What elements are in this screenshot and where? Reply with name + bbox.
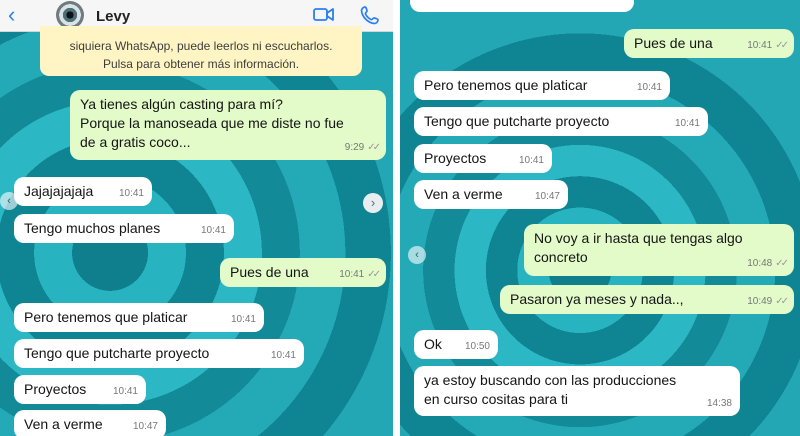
- message-meta: 10:48 ✓✓: [747, 254, 789, 273]
- message-time: 10:41: [747, 40, 773, 51]
- message-time: 10:41: [230, 314, 256, 325]
- message-bubble-incoming[interactable]: ya estoy buscando con las producciones e…: [414, 366, 740, 416]
- message-bubble-incoming[interactable]: Ven a verme 10:47: [414, 180, 568, 209]
- read-ticks-icon: ✓✓: [775, 258, 789, 269]
- message-bubble-outgoing[interactable]: Pues de una 10:41 ✓✓: [220, 258, 386, 287]
- message-bubble-incoming[interactable]: Tengo que putcharte proyecto 10:41: [414, 107, 708, 136]
- read-ticks-icon: ✓✓: [367, 142, 381, 153]
- message-time: 10:41: [200, 225, 226, 236]
- message-bubble-outgoing[interactable]: No voy a ir hasta que tengas algo concre…: [524, 224, 794, 276]
- message-text: Pero tenemos que platicar: [24, 309, 188, 325]
- chat-screenshot-left: ‹ Levy siquiera WhatsApp, puede leerlos …: [0, 0, 393, 436]
- message-bubble-outgoing[interactable]: Pasaron ya meses y nada.., 10:49 ✓✓: [500, 285, 794, 314]
- chevron-left-icon[interactable]: ‹: [8, 2, 15, 28]
- message-bubble-outgoing[interactable]: Ya tienes algún casting para mí? Porque …: [70, 90, 386, 160]
- message-bubble-incoming[interactable]: Ok 10:50: [414, 330, 498, 359]
- message-text: Pero tenemos que platicar: [424, 77, 588, 93]
- message-time: 10:41: [636, 82, 662, 93]
- message-time: 10:41: [518, 155, 544, 166]
- message-time: 10:49: [747, 296, 773, 307]
- read-ticks-icon: ✓✓: [367, 269, 381, 280]
- message-bubble-incoming[interactable]: Proyectos 10:41: [414, 144, 552, 173]
- message-time: 10:50: [464, 341, 490, 352]
- message-time: 9:29: [344, 142, 365, 153]
- chevron-left-icon[interactable]: ‹: [0, 192, 18, 210]
- message-time: 10:47: [132, 421, 158, 432]
- message-time: 10:47: [534, 191, 560, 202]
- phone-icon[interactable]: [360, 5, 380, 25]
- message-time: 14:38: [706, 398, 732, 409]
- message-bubble-incoming[interactable]: Jajajajajaja 10:41: [14, 177, 152, 206]
- message-time: 10:48: [747, 258, 773, 269]
- chevron-right-icon[interactable]: ›: [363, 193, 383, 213]
- contact-name[interactable]: Levy: [96, 8, 130, 25]
- message-meta: 10:41 ✓✓: [747, 36, 789, 55]
- message-text: Tengo que putcharte proyecto: [24, 345, 210, 361]
- message-bubble-incoming[interactable]: Pero tenemos que platicar 10:41: [14, 303, 264, 332]
- message-meta: 10:49 ✓✓: [747, 292, 789, 311]
- message-text: Tengo muchos planes: [24, 220, 161, 236]
- message-bubble-incoming[interactable]: Tengo que putcharte proyecto 10:41: [14, 339, 304, 368]
- message-text: Tengo que putcharte proyecto: [424, 113, 610, 129]
- message-text: ya estoy buscando con las producciones e…: [424, 372, 677, 407]
- message-meta: 9:29 ✓✓: [344, 138, 381, 157]
- message-text: Ya tienes algún casting para mí? Porque …: [80, 96, 344, 150]
- message-meta: 10:41 ✓✓: [339, 265, 381, 284]
- read-ticks-icon: ✓✓: [775, 40, 789, 51]
- panel-divider: [393, 0, 400, 436]
- message-time: 10:41: [270, 350, 296, 361]
- message-text: Pasaron ya meses y nada..,: [510, 291, 684, 307]
- message-time: 10:41: [118, 188, 144, 199]
- video-camera-icon[interactable]: [313, 7, 334, 22]
- message-bubble-outgoing[interactable]: Pues de una 10:41 ✓✓: [624, 29, 794, 58]
- message-bubble-incoming[interactable]: Pero tenemos que platicar 10:41: [414, 71, 670, 100]
- chevron-left-icon[interactable]: ‹: [408, 246, 426, 264]
- avatar[interactable]: [56, 1, 84, 29]
- chat-screenshot-right: Pues de una 10:41 ✓✓ Pero tenemos que pla…: [400, 0, 800, 436]
- encryption-notice[interactable]: siquiera WhatsApp, puede leerlos ni escu…: [40, 26, 362, 76]
- message-time: 10:41: [339, 269, 365, 280]
- message-bubble-incoming[interactable]: Tengo muchos planes 10:41: [14, 214, 234, 243]
- message-time: 10:41: [112, 386, 138, 397]
- message-time: 10:41: [674, 118, 700, 129]
- message-bubble-incoming[interactable]: Proyectos 10:41: [14, 375, 146, 404]
- message-bubble-incoming: [410, 0, 634, 12]
- message-bubble-incoming[interactable]: Ven a verme 10:47: [14, 410, 166, 436]
- read-ticks-icon: ✓✓: [775, 296, 789, 307]
